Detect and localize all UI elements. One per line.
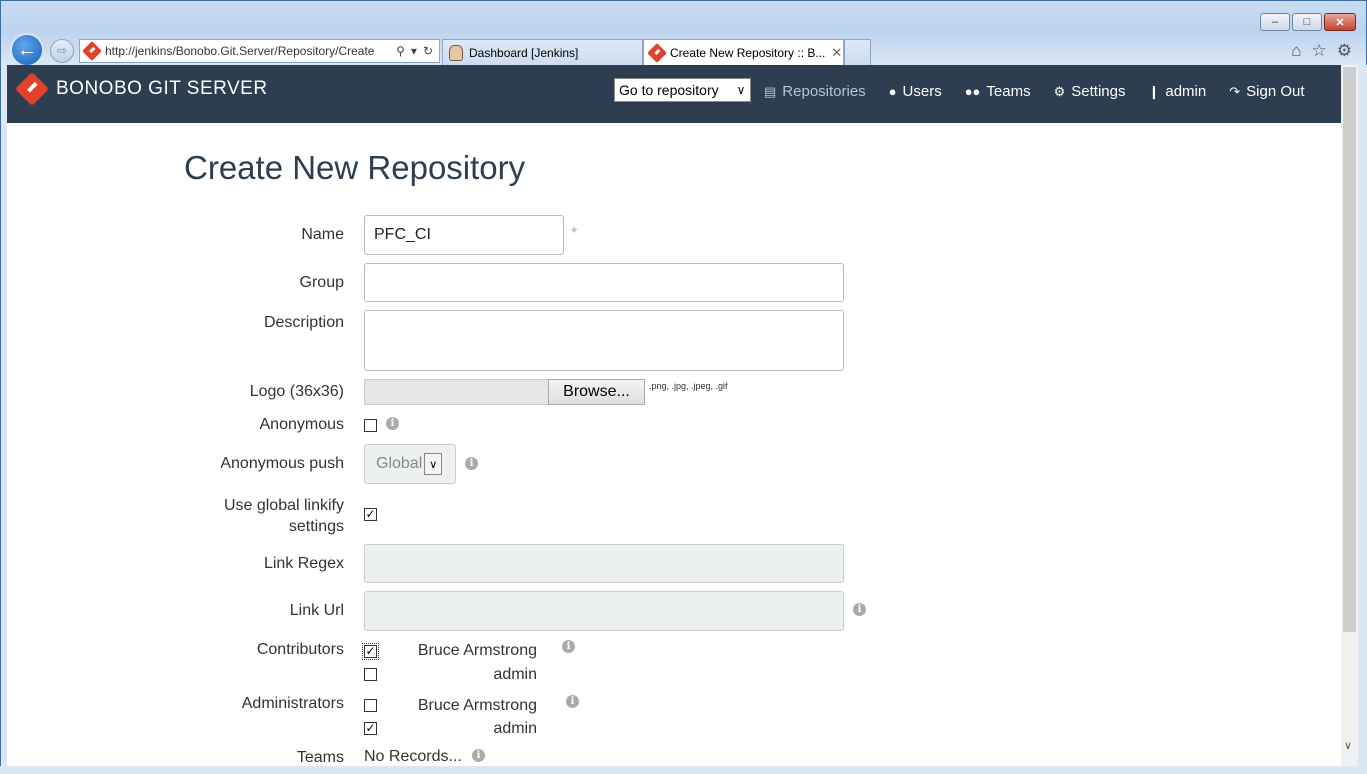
minimize-button[interactable]: – xyxy=(1260,13,1290,31)
administrator-checkbox-admin[interactable]: ✓ xyxy=(364,722,377,735)
refresh-icon[interactable]: ↻ xyxy=(423,44,433,58)
administrator-checkbox-bruce[interactable] xyxy=(364,699,377,712)
users-icon: ●● xyxy=(964,84,981,99)
nav-repositories[interactable]: ▤ Repositories xyxy=(764,83,866,100)
jenkins-icon xyxy=(449,44,463,61)
brand-name: BONOBO GIT SERVER xyxy=(56,78,268,99)
tab-dashboard-jenkins[interactable]: Dashboard [Jenkins] xyxy=(442,39,643,65)
teams-empty-text: No Records... xyxy=(364,748,462,765)
nav-teams[interactable]: ●● Teams xyxy=(965,83,1031,100)
anonymous-push-label: Anonymous push xyxy=(220,455,344,472)
chevron-down-icon: ∨ xyxy=(424,453,443,475)
link-regex-input xyxy=(364,544,844,583)
close-window-button[interactable]: ✕ xyxy=(1324,13,1356,31)
group-input[interactable] xyxy=(364,263,844,302)
contributor-name: admin xyxy=(493,666,537,683)
vertical-scrollbar[interactable]: ∨ xyxy=(1341,65,1358,766)
info-icon[interactable]: i xyxy=(386,417,399,430)
link-url-input xyxy=(364,591,844,631)
anonymous-checkbox[interactable] xyxy=(364,419,377,432)
administrators-label: Administrators xyxy=(241,695,344,712)
logo-label: Logo (36x36) xyxy=(249,383,344,400)
teams-label: Teams xyxy=(296,749,344,766)
description-label: Description xyxy=(263,314,344,331)
anonymous-label: Anonymous xyxy=(259,416,345,433)
home-icon[interactable]: ⌂ xyxy=(1291,41,1301,61)
back-button[interactable]: ← xyxy=(10,33,44,67)
linkify-checkbox[interactable]: ✓ xyxy=(364,508,377,521)
anonymous-push-select: Global ∨ xyxy=(364,444,456,484)
cogs-icon: ⚙ xyxy=(1053,83,1066,99)
arrow-left-icon: ← xyxy=(17,38,37,61)
new-tab-button[interactable] xyxy=(844,39,871,65)
contributors-label: Contributors xyxy=(256,641,344,658)
brand[interactable]: BONOBO GIT SERVER xyxy=(15,72,268,106)
administrator-name: Bruce Armstrong xyxy=(417,697,537,714)
forward-button[interactable]: ⇨ xyxy=(50,39,74,63)
nav-users[interactable]: ● Users xyxy=(889,83,942,100)
group-label: Group xyxy=(299,274,344,291)
info-icon[interactable]: i xyxy=(562,640,575,653)
required-marker: * xyxy=(571,225,578,242)
scroll-down-icon[interactable]: ∨ xyxy=(1344,739,1352,752)
nav-settings[interactable]: ⚙ Settings xyxy=(1054,83,1126,100)
administrator-name: admin xyxy=(493,720,537,737)
close-tab-icon[interactable]: ✕ xyxy=(831,45,842,61)
page-viewport: BONOBO GIT SERVER Go to repository ∨ ▤ R… xyxy=(7,65,1341,766)
contributor-checkbox-bruce[interactable]: ✓ xyxy=(362,643,379,660)
chevron-down-icon: ∨ xyxy=(736,83,746,97)
window-controls: – □ ✕ xyxy=(1260,13,1356,31)
info-icon[interactable]: i xyxy=(472,749,485,762)
search-icon[interactable]: ⚲ xyxy=(396,44,405,58)
link-regex-label: Link Regex xyxy=(263,555,344,572)
description-textarea[interactable] xyxy=(364,310,844,371)
link-url-label: Link Url xyxy=(289,602,344,619)
name-label: Name xyxy=(301,226,344,243)
dropdown-icon[interactable]: ▾ xyxy=(411,44,417,58)
address-bar[interactable]: http://jenkins/Bonobo.Git.Server/Reposit… xyxy=(79,39,440,63)
favorites-star-icon[interactable]: ☆ xyxy=(1312,41,1327,61)
browser-toolbar: ⌂ ☆ ⚙ xyxy=(1291,41,1352,61)
maximize-button[interactable]: □ xyxy=(1292,13,1322,31)
logo-file-path[interactable] xyxy=(364,379,549,405)
bonobo-logo-icon xyxy=(15,72,49,106)
arrow-right-icon: ⇨ xyxy=(56,43,68,58)
scrollbar-thumb[interactable] xyxy=(1343,67,1356,632)
gear-icon[interactable]: ⚙ xyxy=(1337,41,1352,61)
info-icon[interactable]: i xyxy=(465,457,478,470)
nav-sign-out[interactable]: ↷ Sign Out xyxy=(1229,83,1304,100)
nav-links: ▤ Repositories ● Users ●● Teams ⚙ Settin… xyxy=(764,83,1328,100)
linkify-label: Use global linkify settings xyxy=(223,497,344,535)
site-navbar: BONOBO GIT SERVER Go to repository ∨ ▤ R… xyxy=(7,65,1341,123)
info-icon[interactable]: i xyxy=(566,695,579,708)
logo-format-hint: .png, .jpg, .jpeg, .gif xyxy=(649,381,728,391)
contributor-name: Bruce Armstrong xyxy=(417,642,537,659)
browse-button[interactable]: Browse... xyxy=(548,379,645,405)
signout-icon: ↷ xyxy=(1229,83,1241,99)
info-icon[interactable]: i xyxy=(853,603,866,616)
window-frame-bottom xyxy=(0,766,1367,774)
bonobo-favicon-icon xyxy=(647,42,667,63)
page-title: Create New Repository xyxy=(184,149,526,186)
user-icon: ● xyxy=(888,84,897,99)
goto-repository-select[interactable]: Go to repository ∨ xyxy=(614,78,751,102)
name-input[interactable]: PFC_CI xyxy=(364,215,564,255)
contributor-checkbox-admin[interactable] xyxy=(364,668,377,681)
nav-admin[interactable]: ❙ admin xyxy=(1148,83,1206,100)
person-icon: ❙ xyxy=(1148,83,1160,99)
site-favicon-icon xyxy=(82,41,102,61)
address-url[interactable]: http://jenkins/Bonobo.Git.Server/Reposit… xyxy=(105,44,396,58)
hdd-icon: ▤ xyxy=(764,83,777,99)
tab-create-repository[interactable]: Create New Repository :: B... ✕ xyxy=(643,39,844,65)
window-frame-right xyxy=(1358,65,1367,766)
